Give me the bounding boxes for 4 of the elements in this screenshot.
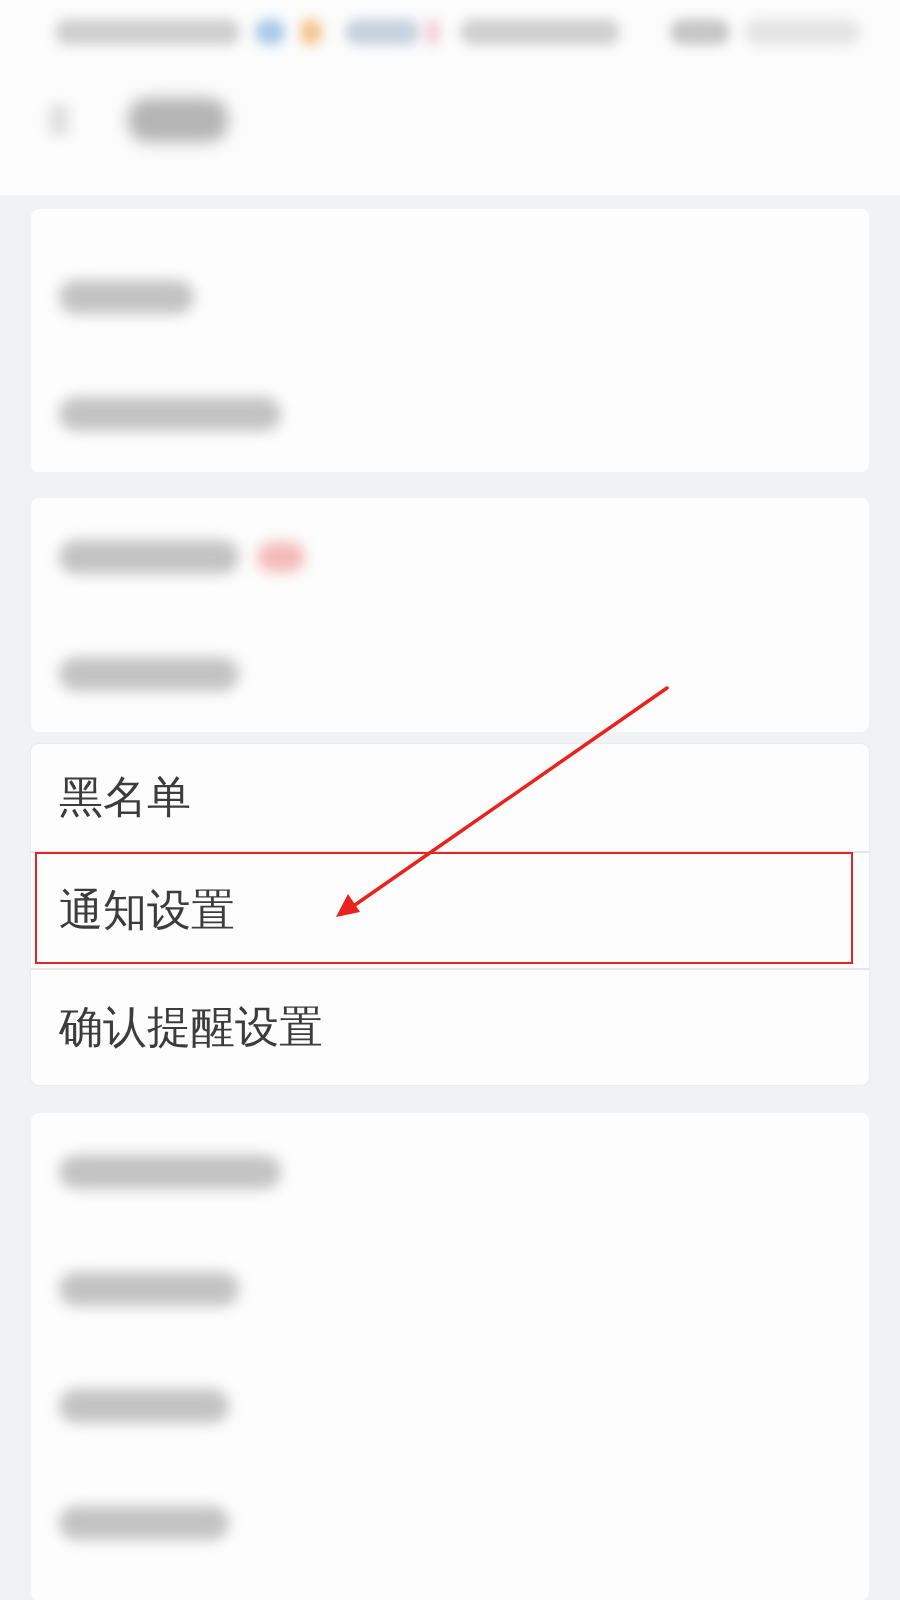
settings-item[interactable]: 黑名单 bbox=[31, 744, 869, 851]
settings-item[interactable]: 通知设置 bbox=[31, 851, 869, 968]
blurred-badge bbox=[257, 541, 305, 572]
settings-item[interactable]: 确认提醒设置 bbox=[31, 968, 869, 1085]
